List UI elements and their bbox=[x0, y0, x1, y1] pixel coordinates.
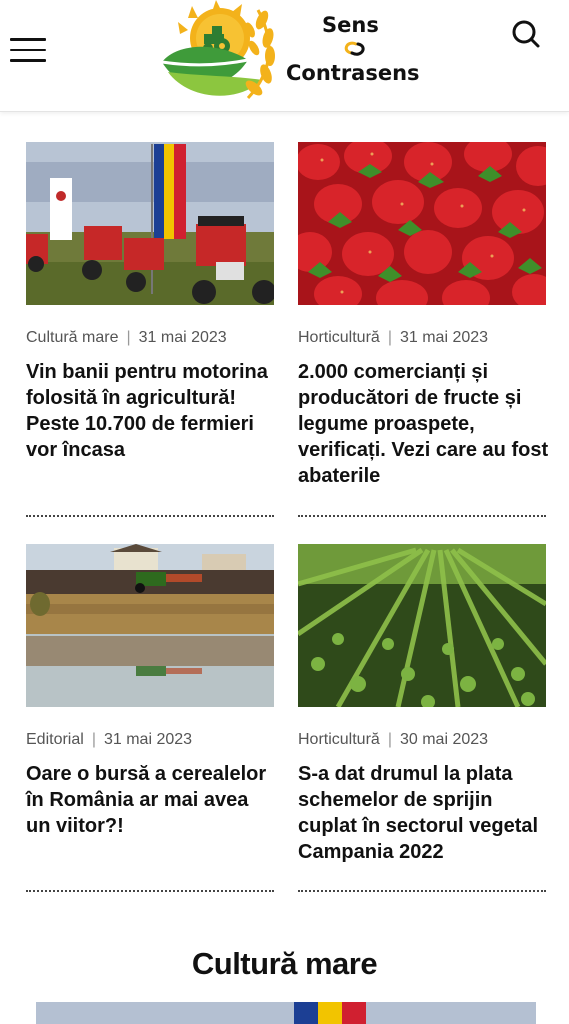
article-title-link[interactable]: Vin banii pentru motorina folosită în ag… bbox=[26, 359, 278, 463]
article-meta: Cultură mare | 31 mai 2023 bbox=[26, 329, 227, 347]
article-title-link[interactable]: Oare o bursă a cerealelor în România ar … bbox=[26, 761, 278, 839]
site-logo[interactable]: Sens Contrasens bbox=[158, 0, 443, 110]
article-image-tractors[interactable] bbox=[26, 142, 274, 305]
article-card: Horticultură | 31 mai 2023 2.000 comercian… bbox=[298, 142, 548, 517]
logo-swirl-icon bbox=[286, 38, 444, 60]
article-category-link[interactable]: Horticultură bbox=[298, 731, 380, 748]
hamburger-menu-icon[interactable] bbox=[10, 38, 46, 66]
logo-text-contrasens: Contrasens bbox=[286, 61, 420, 85]
article-card: Editorial | 31 mai 2023 Oare o bursă a cer… bbox=[26, 544, 274, 892]
article-meta: Horticultură | 31 mai 2023 bbox=[298, 329, 488, 347]
logo-emblem-icon bbox=[161, 0, 275, 100]
meta-separator: | bbox=[91, 731, 96, 748]
article-meta: Horticultură | 30 mai 2023 bbox=[298, 731, 488, 749]
article-category-link[interactable]: Horticultură bbox=[298, 329, 380, 346]
meta-separator: | bbox=[387, 329, 392, 346]
section-featured-image[interactable] bbox=[36, 1002, 536, 1024]
article-title-link[interactable]: 2.000 comercianți și producători de fruc… bbox=[298, 359, 550, 489]
article-card: Horticultură | 30 mai 2023 S-a dat drumul … bbox=[298, 544, 546, 892]
site-header: Sens Contrasens bbox=[0, 0, 569, 112]
menu-bar bbox=[10, 59, 46, 62]
dotted-divider bbox=[26, 890, 274, 892]
article-date: 31 mai 2023 bbox=[399, 329, 489, 346]
menu-bar bbox=[10, 48, 46, 51]
article-image-strawberries[interactable] bbox=[298, 142, 546, 305]
menu-bar bbox=[10, 38, 46, 41]
article-date: 31 mai 2023 bbox=[138, 329, 227, 346]
article-category-link[interactable]: Editorial bbox=[26, 731, 84, 748]
meta-separator: | bbox=[387, 731, 392, 748]
article-card: Cultură mare | 31 mai 2023 Vin banii pentr… bbox=[26, 142, 274, 517]
dotted-divider bbox=[298, 890, 546, 892]
article-meta: Editorial | 31 mai 2023 bbox=[26, 731, 192, 749]
meta-separator: | bbox=[126, 329, 131, 346]
dotted-divider bbox=[26, 515, 274, 517]
section-heading: Cultură mare bbox=[191, 946, 378, 981]
article-title-link[interactable]: S-a dat drumul la plata schemelor de spr… bbox=[298, 761, 550, 865]
article-date: 31 mai 2023 bbox=[103, 731, 193, 748]
article-image-crop-field[interactable] bbox=[298, 544, 546, 707]
article-category-link[interactable]: Cultură mare bbox=[26, 329, 118, 346]
article-image-field-reflection[interactable] bbox=[26, 544, 274, 707]
logo-wordmark: Sens Contrasens bbox=[286, 12, 444, 86]
dotted-divider bbox=[298, 515, 546, 517]
logo-text-sens: Sens bbox=[322, 13, 379, 37]
article-date: 30 mai 2023 bbox=[399, 731, 489, 748]
search-icon[interactable] bbox=[510, 18, 542, 50]
